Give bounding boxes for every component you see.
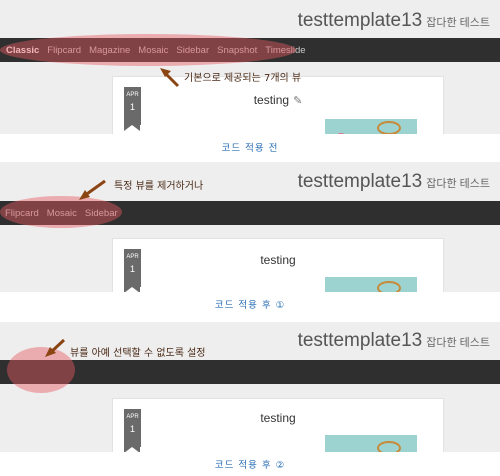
annotation-disable-views: 뷰를 아예 선택할 수 없도록 설정 (70, 348, 206, 359)
arrow-icon (160, 68, 180, 88)
caption-after-1: 코드 적용 후 ① (214, 300, 286, 311)
screenshot-after-1: testtemplate13 잡다한 테스트 Flipcard Mosaic Si… (0, 162, 500, 292)
annotation-remove-views: 특정 뷰를 제거하거나 (114, 181, 204, 192)
screenshot-before: testtemplate13 잡다한 테스트 Classic Flipcard M… (0, 0, 500, 134)
arrow-icon (79, 179, 106, 200)
arrow-icon (45, 338, 66, 357)
screenshot-after-2: testtemplate13 잡다한 테스트 APR 1 testing 뷰를 아… (0, 322, 500, 452)
caption-after-2: 코드 적용 후 ② (214, 460, 286, 471)
annotation-default-views: 기본으로 제공되는 7개의 뷰 (184, 73, 302, 84)
caption-before: 코드 적용 전 (221, 143, 279, 154)
